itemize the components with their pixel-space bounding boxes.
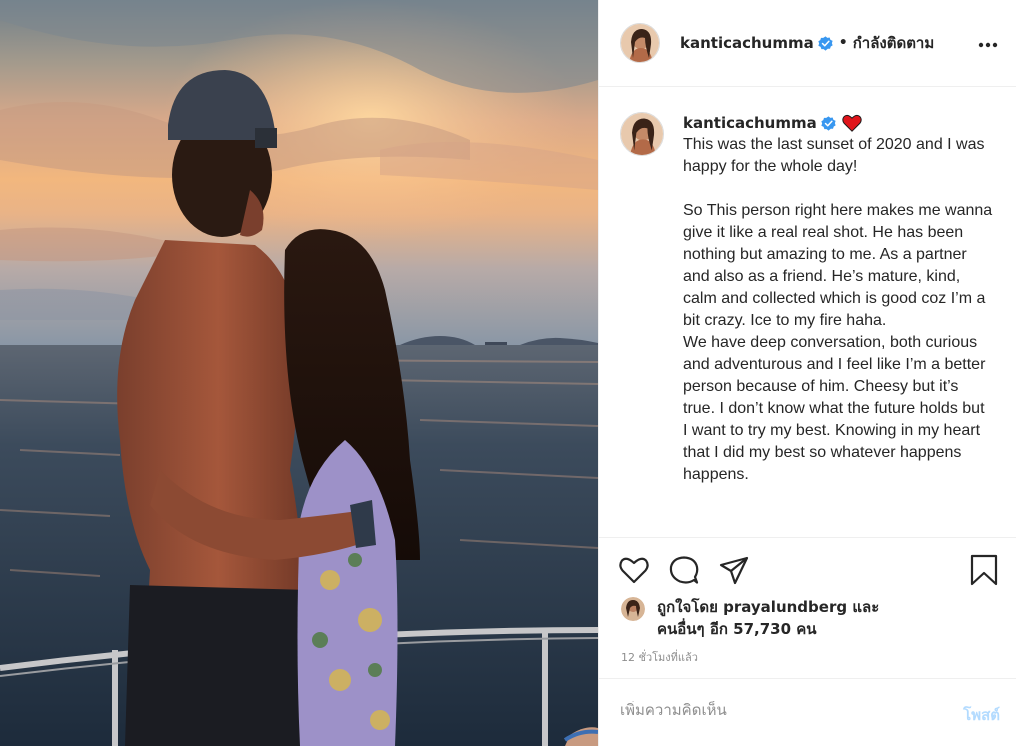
liker-username[interactable]: prayalundberg — [723, 598, 847, 616]
post-timestamp[interactable]: 12 ชั่วโมงที่แล้ว — [621, 648, 698, 666]
and-label: และ — [852, 598, 880, 616]
caption-text: This was the last sunset of 2020 and I w… — [683, 136, 993, 483]
sunset-couple-image — [0, 0, 598, 746]
post-comment-button[interactable]: โพสต์ — [963, 703, 1000, 727]
avatar-image — [621, 597, 645, 621]
comment-icon[interactable] — [668, 554, 700, 586]
red-heart-emoji — [842, 114, 862, 132]
separator-dot: • — [838, 35, 848, 51]
avatar-image — [621, 24, 659, 62]
verified-badge-icon — [818, 35, 833, 51]
comment-input[interactable] — [620, 701, 920, 719]
following-button[interactable]: กำลังติดตาม — [853, 31, 935, 55]
post-photo[interactable] — [0, 0, 598, 746]
heart-icon[interactable] — [618, 554, 650, 586]
verified-badge-icon — [821, 115, 836, 131]
post-side-panel: kanticachumma • กำลังติดตาม kanticachumm… — [598, 0, 1016, 746]
others-count-link[interactable]: คนอื่นๆ อีก 57,730 คน — [657, 620, 817, 638]
avatar-image — [621, 113, 663, 155]
liked-by-label: ถูกใจโดย — [657, 598, 718, 616]
caption-author-avatar[interactable] — [620, 112, 664, 156]
post-header: kanticachumma • กำลังติดตาม — [599, 0, 1016, 87]
likes-text: ถูกใจโดย prayalundberg และ คนอื่นๆ อีก 5… — [657, 596, 879, 640]
comments-scroll-area[interactable]: kanticachumma This was the last sunset o… — [599, 88, 1016, 537]
author-avatar[interactable] — [620, 23, 660, 63]
caption-comment: kanticachumma This was the last sunset o… — [620, 112, 1004, 486]
author-username[interactable]: kanticachumma — [680, 34, 814, 52]
action-bar — [599, 537, 1016, 599]
add-comment-bar: โพสต์ — [599, 678, 1016, 746]
caption-username[interactable]: kanticachumma — [683, 112, 817, 134]
liker-avatar[interactable] — [621, 597, 645, 621]
bookmark-icon[interactable] — [968, 554, 1000, 586]
more-options-icon[interactable] — [978, 33, 998, 49]
share-icon[interactable] — [718, 554, 750, 586]
likes-summary: ถูกใจโดย prayalundberg และ คนอื่นๆ อีก 5… — [621, 596, 1001, 640]
